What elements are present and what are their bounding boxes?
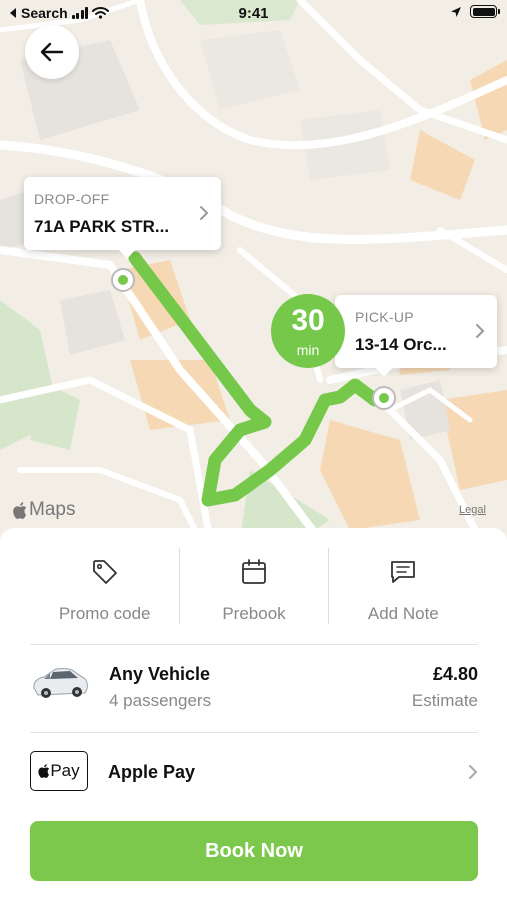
maps-attribution: Maps	[13, 499, 75, 521]
payment-method-name: Apple Pay	[108, 762, 196, 782]
action-row: Promo code Prebook Add Note	[30, 548, 478, 643]
divider	[30, 732, 478, 733]
book-now-button[interactable]: Book Now	[30, 821, 478, 881]
vehicle-passengers: 4 passengers	[109, 691, 212, 710]
booking-sheet: Promo code Prebook Add Note Any Vehicle …	[0, 528, 507, 900]
add-note-label: Add Note	[367, 604, 439, 623]
maps-label: Maps	[29, 499, 76, 520]
calendar-icon	[242, 559, 266, 584]
location-arrow-icon	[451, 6, 461, 17]
arrow-left-icon	[40, 42, 64, 62]
vehicle-name: Any Vehicle	[109, 664, 211, 684]
chevron-right-icon	[200, 206, 209, 220]
dropoff-address: 71A PARK STR...	[34, 217, 170, 236]
chevron-right-icon	[476, 324, 485, 338]
payment-method[interactable]: Pay Apple Pay	[30, 742, 478, 802]
pickup-callout[interactable]: PICK-UP 13-14 Orc...	[335, 295, 497, 377]
eta-badge: 30 min	[271, 294, 345, 368]
promo-code-button[interactable]: Promo code	[30, 548, 179, 643]
map-view[interactable]: Search 9:41 DROP-OFF 71A PARK STR... PIC…	[0, 0, 507, 540]
clock: 9:41	[238, 5, 269, 22]
pickup-address: 13-14 Orc...	[355, 335, 447, 354]
chevron-right-icon	[469, 765, 478, 779]
note-icon	[391, 561, 416, 583]
apple-pay-badge-text: Pay	[50, 761, 80, 780]
dropoff-callout[interactable]: DROP-OFF 71A PARK STR...	[24, 177, 221, 259]
prebook-button[interactable]: Prebook	[179, 548, 328, 643]
eta-unit: min	[296, 342, 320, 358]
status-bar: Search 9:41	[0, 0, 507, 28]
apple-pay-badge: Pay	[30, 751, 88, 791]
divider	[328, 548, 329, 624]
battery-icon	[470, 5, 500, 18]
dropoff-label: DROP-OFF	[34, 191, 110, 207]
tag-icon	[92, 560, 117, 584]
add-note-button[interactable]: Add Note	[329, 548, 478, 643]
apple-logo-icon	[38, 764, 50, 778]
vehicle-option[interactable]: Any Vehicle 4 passengers £4.80 Estimate	[30, 652, 478, 732]
divider	[30, 644, 478, 645]
legal-link[interactable]: Legal	[459, 504, 486, 516]
apple-logo-icon	[13, 501, 27, 519]
map-background	[0, 0, 507, 540]
car-icon	[33, 668, 88, 698]
divider	[179, 548, 180, 624]
promo-code-label: Promo code	[58, 604, 151, 623]
prebook-label: Prebook	[222, 604, 286, 623]
eta-value: 30	[291, 304, 325, 337]
pickup-label: PICK-UP	[355, 309, 414, 325]
fare-note: Estimate	[411, 691, 478, 710]
fare-price: £4.80	[432, 664, 478, 684]
back-button[interactable]	[25, 25, 79, 79]
